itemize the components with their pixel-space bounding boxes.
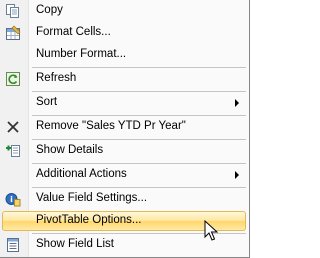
show-details-icon	[5, 143, 21, 159]
menu-item-label: Remove "Sales YTD Pr Year"	[36, 120, 186, 132]
menu-item-label: PivotTable Options...	[36, 214, 142, 226]
menu-item-label: Additional Actions	[36, 168, 127, 180]
menu-item-sort[interactable]: Sort	[0, 92, 248, 114]
copy-icon	[5, 3, 21, 19]
mouse-cursor-icon	[204, 219, 220, 242]
menu-item-label: Format Cells...	[36, 26, 111, 38]
menu-item-label: Number Format...	[36, 48, 127, 60]
menu-item-refresh[interactable]: Refresh	[0, 68, 248, 90]
svg-text:i: i	[10, 195, 13, 204]
menu-item-label: Show Details	[36, 144, 104, 156]
field-list-icon	[5, 237, 21, 253]
menu-item-label: Copy	[36, 4, 63, 16]
menu-item-label: Show Field List	[36, 238, 114, 250]
menu-item-number-format[interactable]: Number Format...	[0, 44, 248, 66]
menu-item-value-field-settings[interactable]: i Value Field Settings...	[0, 188, 248, 210]
submenu-arrow-icon	[235, 99, 239, 107]
menu-item-label: Sort	[36, 96, 58, 108]
menu-item-label: Refresh	[36, 72, 77, 84]
menu-item-additional-actions[interactable]: Additional Actions	[0, 164, 248, 186]
format-cells-icon	[5, 25, 21, 41]
menu-item-format-cells[interactable]: Format Cells...	[0, 22, 248, 44]
remove-x-icon	[5, 119, 21, 135]
menu-item-copy[interactable]: Copy	[0, 0, 248, 22]
menu-item-remove-field[interactable]: Remove "Sales YTD Pr Year"	[0, 116, 248, 138]
value-field-settings-icon: i	[5, 191, 21, 207]
menu-item-show-details[interactable]: Show Details	[0, 140, 248, 162]
refresh-icon	[5, 71, 21, 87]
submenu-arrow-icon	[235, 171, 239, 179]
menu-item-label: Value Field Settings...	[36, 192, 148, 204]
